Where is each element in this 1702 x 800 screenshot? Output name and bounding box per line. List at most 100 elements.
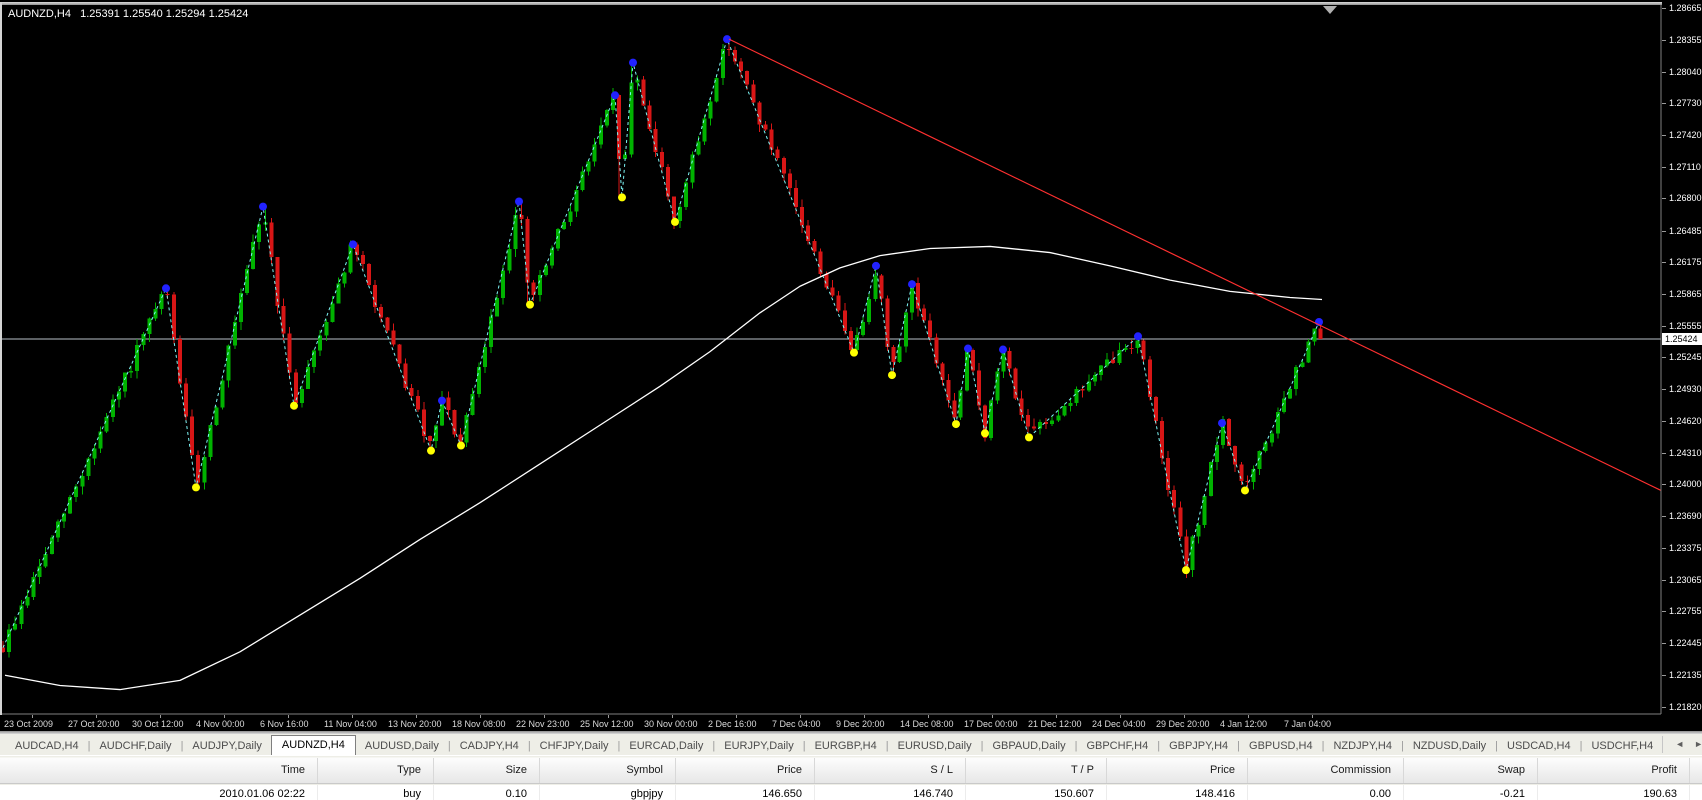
time-tick bbox=[736, 715, 737, 718]
swing-low-dot bbox=[457, 442, 465, 450]
time-axis-label: 29 Dec 20:00 bbox=[1156, 719, 1210, 729]
tab-scroll-left-button[interactable]: ◄ bbox=[1675, 739, 1684, 749]
price-axis-label: 1.25245 bbox=[1669, 352, 1702, 362]
time-axis-label: 30 Oct 12:00 bbox=[132, 719, 184, 729]
chart-shift-marker[interactable] bbox=[1323, 6, 1337, 14]
time-tick bbox=[672, 715, 673, 718]
time-axis-label: 4 Jan 12:00 bbox=[1220, 719, 1267, 729]
time-axis-label: 30 Nov 00:00 bbox=[644, 719, 698, 729]
price-tick bbox=[1662, 548, 1666, 549]
price-axis-label: 1.24620 bbox=[1669, 416, 1702, 426]
time-axis-label: 27 Oct 20:00 bbox=[68, 719, 120, 729]
orders-header-s-l: S / L bbox=[815, 758, 966, 783]
time-tick bbox=[928, 715, 929, 718]
tab-audchf-daily[interactable]: AUDCHF,Daily bbox=[90, 737, 180, 755]
orders-table-body: 2010.01.06 02:22buy0.10gbpjpy146.650146.… bbox=[0, 785, 1702, 800]
price-tick bbox=[1662, 40, 1666, 41]
price-axis-label: 1.22445 bbox=[1669, 638, 1702, 648]
time-axis-label: 17 Dec 00:00 bbox=[964, 719, 1018, 729]
price-tick bbox=[1662, 326, 1666, 327]
tab-usdchf-h4[interactable]: USDCHF,H4 bbox=[1582, 737, 1662, 755]
swing-high-dot bbox=[1218, 419, 1226, 427]
tab-eurgbp-h4[interactable]: EURGBP,H4 bbox=[806, 737, 886, 755]
orders-header-price: Price bbox=[1107, 758, 1248, 783]
price-tick bbox=[1662, 421, 1666, 422]
tab-gbpaud-daily[interactable]: GBPAUD,Daily bbox=[983, 737, 1074, 755]
price-axis-label: 1.26800 bbox=[1669, 193, 1702, 203]
time-axis-label: 11 Nov 04:00 bbox=[324, 719, 377, 729]
tab-chfjpy-daily[interactable]: CHFJPY,Daily bbox=[531, 737, 618, 755]
order-cell-s-l: 146.740 bbox=[815, 785, 966, 800]
price-tick bbox=[1662, 198, 1666, 199]
price-axis-label: 1.23375 bbox=[1669, 543, 1702, 553]
tab-gbpchf-h4[interactable]: GBPCHF,H4 bbox=[1077, 737, 1157, 755]
tab-audusd-daily[interactable]: AUDUSD,Daily bbox=[356, 737, 448, 755]
order-cell-size: 0.10 bbox=[434, 785, 540, 800]
zigzag-line bbox=[3, 39, 1319, 648]
orders-header-time: Time bbox=[0, 758, 318, 783]
tab-audjpy-daily[interactable]: AUDJPY,Daily bbox=[183, 737, 271, 755]
orders-header-size: Size bbox=[434, 758, 540, 783]
tab-eurjpy-daily[interactable]: EURJPY,Daily bbox=[715, 737, 803, 755]
tab-scroll-controls: ◄► bbox=[1662, 736, 1702, 753]
swing-low-dot bbox=[1241, 486, 1249, 494]
order-cell-commission: 0.00 bbox=[1248, 785, 1404, 800]
time-axis-label: 24 Dec 04:00 bbox=[1092, 719, 1146, 729]
tab-audcad-h4[interactable]: AUDCAD,H4 bbox=[6, 737, 88, 755]
time-axis-label: 2 Dec 16:00 bbox=[708, 719, 757, 729]
chart-window[interactable]: AUDNZD,H4 1.25391 1.25540 1.25294 1.2542… bbox=[0, 0, 1702, 734]
candlestick-chart[interactable] bbox=[0, 0, 1662, 715]
tab-gbpusd-h4[interactable]: GBPUSD,H4 bbox=[1240, 737, 1322, 755]
trendline[interactable] bbox=[729, 39, 1661, 490]
price-axis-label: 1.27420 bbox=[1669, 130, 1702, 140]
price-axis-label: 1.22135 bbox=[1669, 670, 1702, 680]
price-tick bbox=[1662, 484, 1666, 485]
price-axis[interactable]: 1.25424 1.286651.283551.280401.277301.27… bbox=[1662, 2, 1702, 731]
tab-nzdjpy-h4[interactable]: NZDJPY,H4 bbox=[1324, 737, 1400, 755]
time-axis[interactable]: 23 Oct 200927 Oct 20:0030 Oct 12:004 Nov… bbox=[0, 715, 1662, 731]
order-cell-swap: -0.21 bbox=[1404, 785, 1538, 800]
swing-high-dot bbox=[629, 59, 637, 67]
time-tick bbox=[224, 715, 225, 718]
time-tick bbox=[480, 715, 481, 718]
price-tick bbox=[1662, 357, 1666, 358]
orders-header-type: Type bbox=[318, 758, 434, 783]
price-axis-label: 1.26175 bbox=[1669, 257, 1702, 267]
orders-header-swap: Swap bbox=[1404, 758, 1538, 783]
tab-scroll-right-button[interactable]: ► bbox=[1694, 739, 1702, 749]
swing-low-dot bbox=[1182, 566, 1190, 574]
tab-usdcad-h4[interactable]: USDCAD,H4 bbox=[1498, 737, 1580, 755]
price-tick bbox=[1662, 103, 1666, 104]
order-row[interactable]: 2010.01.06 02:22buy0.10gbpjpy146.650146.… bbox=[0, 785, 1702, 800]
price-tick bbox=[1662, 389, 1666, 390]
time-tick bbox=[416, 715, 417, 718]
orders-header-t-p: T / P bbox=[966, 758, 1107, 783]
swing-low-dot bbox=[671, 218, 679, 226]
swing-high-dot bbox=[908, 280, 916, 288]
time-tick bbox=[544, 715, 545, 718]
swing-low-dot bbox=[981, 429, 989, 437]
swing-low-dot bbox=[290, 402, 298, 410]
time-axis-label: 25 Nov 12:00 bbox=[580, 719, 634, 729]
swing-low-dot bbox=[618, 193, 626, 201]
swing-low-dot bbox=[888, 371, 896, 379]
time-axis-label: 9 Dec 20:00 bbox=[836, 719, 885, 729]
swing-low-dot bbox=[427, 447, 435, 455]
price-axis-label: 1.27730 bbox=[1669, 98, 1702, 108]
tab-audnzd-h4[interactable]: AUDNZD,H4 bbox=[271, 735, 356, 755]
swing-high-dot bbox=[872, 262, 880, 270]
price-axis-label: 1.26485 bbox=[1669, 226, 1702, 236]
time-axis-label: 18 Nov 08:00 bbox=[452, 719, 506, 729]
price-axis-label: 1.25555 bbox=[1669, 321, 1702, 331]
tab-nzdusd-daily[interactable]: NZDUSD,Daily bbox=[1404, 737, 1495, 755]
tab-gbpjpy-h4[interactable]: GBPJPY,H4 bbox=[1160, 737, 1237, 755]
price-tick bbox=[1662, 72, 1666, 73]
tab-eurusd-daily[interactable]: EURUSD,Daily bbox=[889, 737, 981, 755]
tab-cadjpy-h4[interactable]: CADJPY,H4 bbox=[451, 737, 528, 755]
time-tick bbox=[1312, 715, 1313, 718]
tab-eurcad-daily[interactable]: EURCAD,Daily bbox=[620, 737, 712, 755]
time-tick bbox=[1184, 715, 1185, 718]
swing-low-dot bbox=[952, 420, 960, 428]
price-tick bbox=[1662, 453, 1666, 454]
time-axis-label: 23 Oct 2009 bbox=[4, 719, 53, 729]
